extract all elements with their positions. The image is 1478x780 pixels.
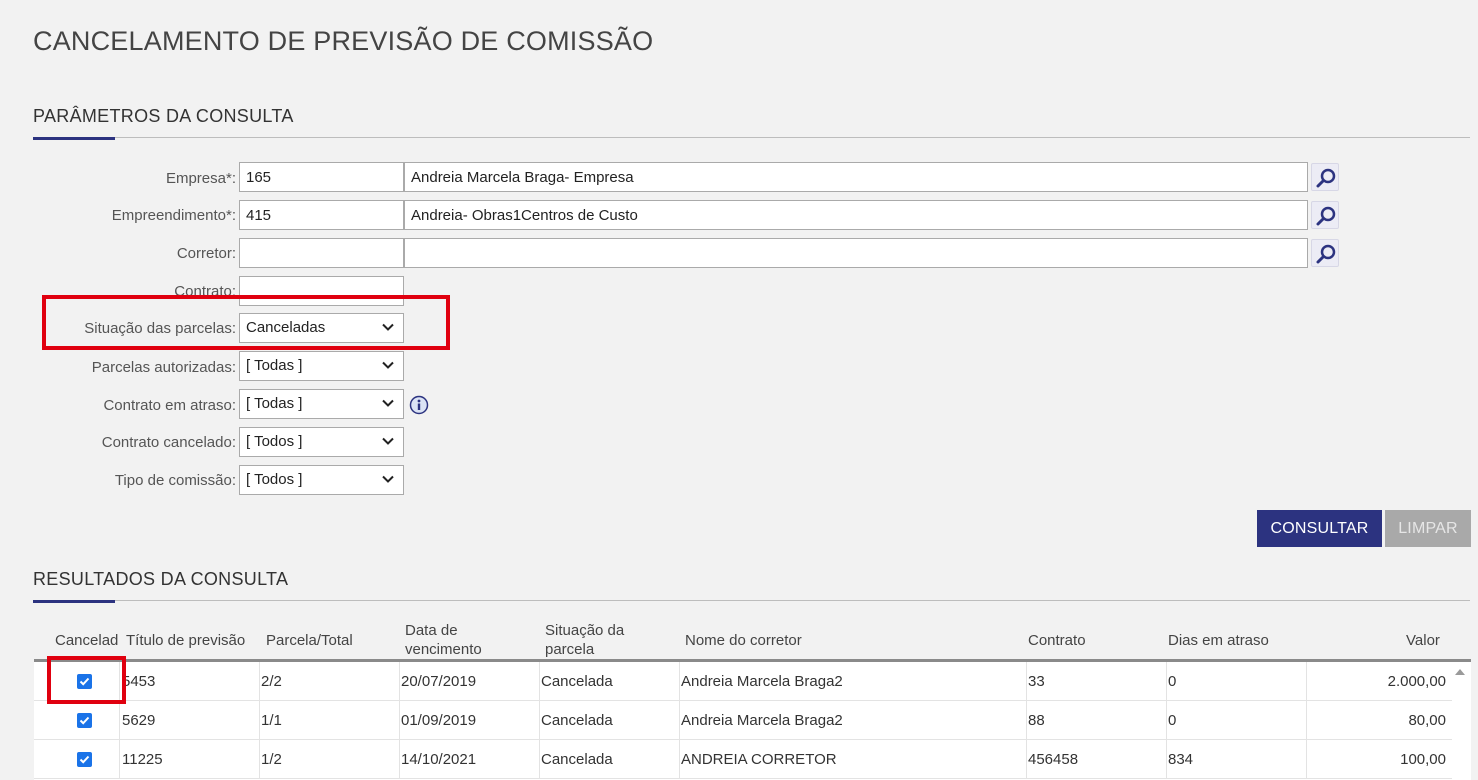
col-header-vencimento-line1: Data de	[405, 622, 458, 639]
col-header-dias[interactable]: Dias em atraso	[1168, 631, 1269, 650]
col-header-situacao-line2: parcela	[545, 641, 595, 658]
results-divider	[33, 600, 1470, 601]
empresa-lookup-button[interactable]	[1311, 163, 1339, 191]
contrato-cell: 456458	[1027, 740, 1167, 779]
page-title: CANCELAMENTO DE PREVISÃO DE COMISSÃO	[33, 26, 654, 56]
empresa-name-input[interactable]: Andreia Marcela Braga- Empresa	[404, 162, 1308, 192]
col-header-vencimento[interactable]: Data de vencimento	[405, 621, 482, 659]
check-icon	[79, 716, 90, 725]
vencimento-cell: 14/10/2021	[400, 740, 540, 779]
corretor-cell: ANDREIA CORRETOR	[680, 740, 1027, 779]
situacao-cell: Cancelada	[540, 701, 680, 740]
col-header-parcela[interactable]: Parcela/Total	[266, 631, 353, 650]
tipo-comissao-label: Tipo de comissão:	[114, 472, 236, 489]
titulo-cell: 5629	[120, 701, 260, 740]
situacao-cell: Cancelada	[540, 740, 680, 779]
table-row[interactable]: 5629 1/1 01/09/2019 Cancelada Andreia Ma…	[34, 701, 1452, 740]
col-header-contrato[interactable]: Contrato	[1028, 631, 1086, 650]
chevron-down-icon	[382, 361, 394, 369]
contrato-cancelado-value: [ Todos ]	[246, 433, 303, 450]
chevron-down-icon	[382, 475, 394, 483]
table-row[interactable]: 11225 1/2 14/10/2021 Cancelada ANDREIA C…	[34, 740, 1452, 779]
parcelas-autorizadas-value: [ Todas ]	[246, 357, 303, 374]
titulo-cell: 5453	[120, 662, 260, 701]
parcela-cell: 1/1	[260, 701, 400, 740]
contrato-atraso-select[interactable]: [ Todas ]	[239, 389, 404, 419]
limpar-button[interactable]: LIMPAR	[1385, 510, 1471, 547]
corretor-label: Corretor:	[176, 245, 236, 262]
situacao-cell: Cancelada	[540, 662, 680, 701]
highlight-box-situacao	[42, 295, 450, 350]
cancelado-checkbox[interactable]	[77, 713, 92, 728]
corretor-lookup-button[interactable]	[1311, 239, 1339, 267]
vencimento-cell: 01/09/2019	[400, 701, 540, 740]
results-section-title: RESULTADOS DA CONSULTA	[33, 569, 289, 589]
vencimento-cell: 20/07/2019	[400, 662, 540, 701]
check-icon	[79, 755, 90, 764]
corretor-cell: Andreia Marcela Braga2	[680, 662, 1027, 701]
col-header-valor[interactable]: Valor	[1406, 631, 1440, 650]
corretor-name-input[interactable]	[404, 238, 1308, 268]
contrato-atraso-value: [ Todas ]	[246, 395, 303, 412]
tipo-comissao-value: [ Todos ]	[246, 471, 303, 488]
empreendimento-code-input[interactable]: 415	[239, 200, 404, 230]
col-header-titulo[interactable]: Título de previsão	[126, 631, 245, 650]
empreendimento-lookup-button[interactable]	[1311, 201, 1339, 229]
parcelas-autorizadas-select[interactable]: [ Todas ]	[239, 351, 404, 381]
cancelado-checkbox[interactable]	[77, 752, 92, 767]
parcelas-autorizadas-label: Parcelas autorizadas:	[91, 359, 236, 376]
contrato-cell: 88	[1027, 701, 1167, 740]
magnifier-icon	[1316, 206, 1336, 226]
corretor-cell: Andreia Marcela Braga2	[680, 701, 1027, 740]
empreendimento-name-input[interactable]: Andreia- Obras1Centros de Custo	[404, 200, 1308, 230]
titulo-cell: 11225	[120, 740, 260, 779]
corretor-code-input[interactable]	[239, 238, 404, 268]
empreendimento-label: Empreendimento*:	[111, 207, 236, 224]
results-accent-bar	[33, 600, 115, 603]
cancelado-cell	[34, 701, 120, 740]
valor-cell: 80,00	[1408, 712, 1446, 729]
params-section-title: PARÂMETROS DA CONSULTA	[33, 106, 294, 126]
contrato-cancelado-select[interactable]: [ Todos ]	[239, 427, 404, 457]
scroll-up-arrow-icon[interactable]	[1453, 666, 1467, 680]
contrato-cancelado-label: Contrato cancelado:	[101, 434, 236, 451]
parcela-cell: 1/2	[260, 740, 400, 779]
parcela-cell: 2/2	[260, 662, 400, 701]
params-divider	[33, 137, 1470, 138]
dias-cell: 834	[1167, 740, 1307, 779]
highlight-box-checkbox	[47, 656, 126, 704]
cancelado-cell	[34, 740, 120, 779]
results-grid: 5453 2/2 20/07/2019 Cancelada Andreia Ma…	[34, 662, 1471, 780]
col-header-vencimento-line2: vencimento	[405, 641, 482, 658]
info-icon[interactable]	[409, 395, 429, 415]
col-header-situacao[interactable]: Situação da parcela	[545, 621, 624, 659]
consultar-button[interactable]: CONSULTAR	[1257, 510, 1382, 547]
col-header-situacao-line1: Situação da	[545, 622, 625, 639]
dias-cell: 0	[1167, 662, 1307, 701]
col-header-corretor[interactable]: Nome do corretor	[685, 631, 802, 650]
empresa-code-input[interactable]: 165	[239, 162, 404, 192]
chevron-down-icon	[382, 399, 394, 407]
dias-cell: 0	[1167, 701, 1307, 740]
empresa-label: Empresa*:	[165, 170, 236, 187]
magnifier-icon	[1316, 244, 1336, 264]
valor-cell: 2.000,00	[1387, 673, 1446, 690]
col-header-cancelado[interactable]: Cancelad	[55, 631, 118, 650]
contrato-cell: 33	[1027, 662, 1167, 701]
valor-cell: 100,00	[1400, 751, 1446, 768]
table-row[interactable]: 5453 2/2 20/07/2019 Cancelada Andreia Ma…	[34, 662, 1452, 701]
chevron-down-icon	[382, 437, 394, 445]
tipo-comissao-select[interactable]: [ Todos ]	[239, 465, 404, 495]
params-accent-bar	[33, 137, 115, 140]
magnifier-icon	[1316, 168, 1336, 188]
contrato-atraso-label: Contrato em atraso:	[103, 397, 236, 414]
